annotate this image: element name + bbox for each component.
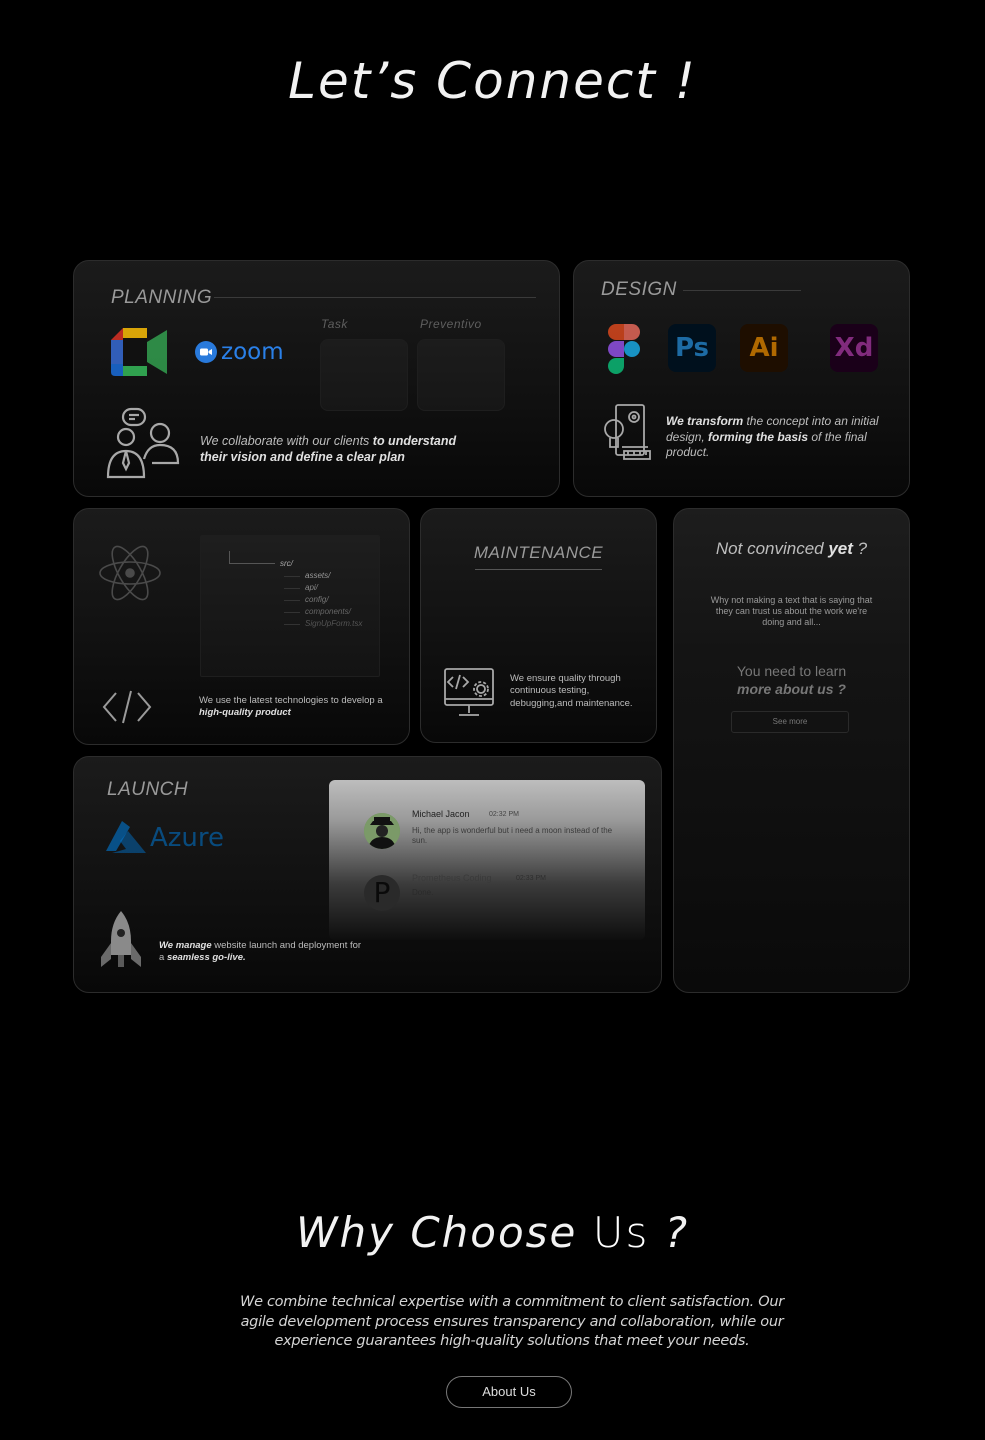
chat-name-1: Michael Jacon bbox=[412, 809, 470, 819]
launch-description: We manage website launch and deployment … bbox=[159, 940, 362, 964]
zoom-label: zoom bbox=[221, 339, 284, 365]
avatar: P bbox=[364, 875, 400, 911]
preventivo-tile[interactable] bbox=[417, 339, 505, 411]
chat-message-2: Done. bbox=[412, 888, 434, 897]
design-card: DESIGN Ps Ai Xd We transform the concept… bbox=[573, 260, 910, 497]
design-description: We transform the concept into an initial… bbox=[666, 414, 879, 460]
user-avatar-icon bbox=[364, 813, 400, 849]
chat-preview: Michael Jacon 02:32 PM Hi, the app is wo… bbox=[329, 780, 645, 940]
tree-dash bbox=[284, 576, 300, 577]
google-meet-icon bbox=[111, 328, 167, 376]
launch-card: LAUNCH Azure Michael Jacon 02:32 PM Hi, … bbox=[73, 756, 662, 993]
develop-description: We use the latest technologies to develo… bbox=[199, 695, 383, 719]
preventivo-label: Preventivo bbox=[420, 317, 482, 331]
not-convinced-card: Not convinced yet ? Why not making a tex… bbox=[673, 508, 910, 993]
chat-time-2: 02:33 PM bbox=[516, 875, 546, 882]
design-blueprint-icon bbox=[604, 404, 651, 460]
chat-time-1: 02:32 PM bbox=[489, 811, 519, 818]
develop-card: src/ assets/ api/ config/ components/ Si… bbox=[73, 508, 410, 745]
maintenance-card: MAINTENANCE We ensure quality through co… bbox=[420, 508, 657, 743]
tree-dash bbox=[284, 600, 300, 601]
tree-item-api: api/ bbox=[305, 583, 318, 592]
planning-title: PLANNING bbox=[111, 287, 213, 308]
planning-divider bbox=[214, 297, 536, 298]
photoshop-icon: Ps bbox=[668, 324, 716, 372]
azure-logo: Azure bbox=[104, 821, 224, 855]
planning-card: PLANNING zoom Task Preventivo We collabo… bbox=[73, 260, 560, 497]
azure-icon bbox=[106, 821, 146, 853]
tree-branch-line bbox=[229, 563, 275, 564]
tree-branch-line bbox=[229, 551, 230, 563]
code-brackets-icon bbox=[102, 690, 152, 724]
chat-name-2: Prometheus Coding bbox=[412, 873, 492, 883]
team-collaboration-icon bbox=[106, 407, 180, 479]
tree-item-components: components/ bbox=[305, 607, 351, 616]
xd-icon: Xd bbox=[830, 324, 878, 372]
tree-item-assets: assets/ bbox=[305, 571, 331, 580]
tree-item-config: config/ bbox=[305, 595, 329, 604]
maintenance-description: We ensure quality through continuous tes… bbox=[510, 673, 633, 709]
design-divider bbox=[683, 290, 801, 291]
zoom-logo: zoom bbox=[195, 339, 284, 365]
about-us-button[interactable]: About Us bbox=[446, 1376, 572, 1408]
maintenance-divider bbox=[475, 569, 602, 570]
file-tree-panel bbox=[200, 535, 380, 677]
chat-message-1: Hi, the app is wonderful but i need a mo… bbox=[412, 826, 613, 845]
not-convinced-title: Not convinced yet ? bbox=[715, 539, 868, 558]
monitor-settings-icon bbox=[444, 668, 494, 716]
planning-description: We collaborate with our clients to under… bbox=[200, 434, 457, 465]
why-choose-us-text: We combine technical expertise with a co… bbox=[240, 1294, 784, 1349]
maintenance-title: MAINTENANCE bbox=[473, 543, 604, 562]
illustrator-icon: Ai bbox=[740, 324, 788, 372]
tree-item-src: src/ bbox=[280, 559, 293, 568]
atom-icon bbox=[99, 545, 161, 601]
task-tile[interactable] bbox=[320, 339, 408, 411]
page-title: Let’s Connect ! bbox=[288, 52, 697, 110]
avatar bbox=[364, 813, 400, 849]
tree-dash bbox=[284, 624, 300, 625]
learn-more-text: You need to learn more about us ? bbox=[736, 663, 847, 697]
zoom-camera-icon bbox=[195, 341, 217, 363]
see-more-button[interactable]: See more bbox=[731, 711, 849, 733]
figma-icon bbox=[608, 324, 640, 374]
tree-item-signupform: SignUpForm.tsx bbox=[305, 619, 363, 628]
not-convinced-text: Why not making a text that is saying tha… bbox=[710, 595, 873, 627]
design-title: DESIGN bbox=[601, 279, 677, 300]
why-choose-us-title: Why Choose Us ? bbox=[295, 1208, 690, 1257]
launch-title: LAUNCH bbox=[107, 779, 189, 800]
tree-dash bbox=[284, 588, 300, 589]
task-label: Task bbox=[321, 317, 348, 331]
rocket-icon bbox=[101, 911, 141, 967]
tree-dash bbox=[284, 612, 300, 613]
